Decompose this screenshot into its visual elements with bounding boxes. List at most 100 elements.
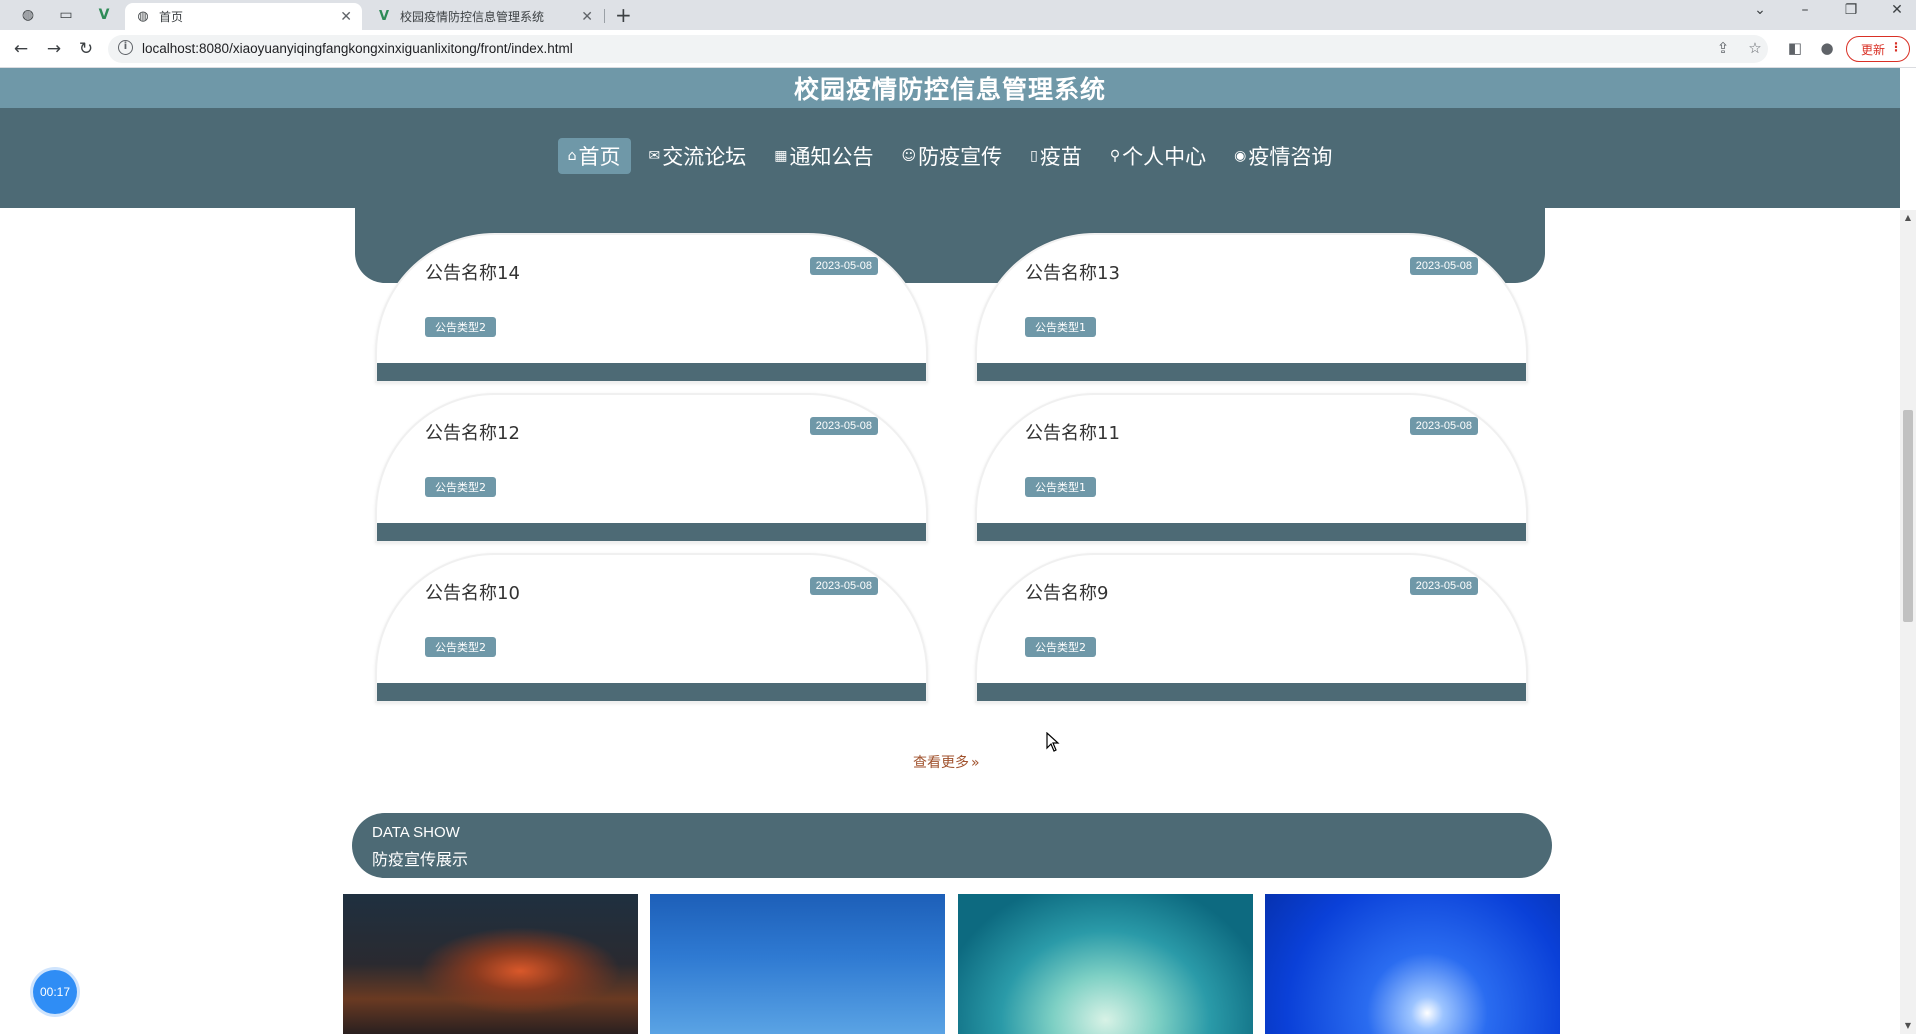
nav-forum[interactable]: ✉ 交流论坛 bbox=[639, 138, 757, 174]
notice-date: 2023-05-08 bbox=[809, 577, 878, 595]
nav-label: 交流论坛 bbox=[662, 145, 747, 169]
notice-type-badge: 公告类型2 bbox=[425, 637, 496, 657]
nav-notices[interactable]: ▦ 通知公告 bbox=[764, 138, 883, 174]
chevron-down-icon[interactable]: ⌄ bbox=[1745, 2, 1775, 18]
publicity-image[interactable] bbox=[958, 894, 1253, 1034]
main-nav: ⌂ 首页 ✉ 交流论坛 ▦ 通知公告 ☺ 防疫宣传 ▯ 疫苗 ⚲ 个人中心 ◉ … bbox=[0, 138, 1900, 174]
nav-home[interactable]: ⌂ 首页 bbox=[557, 138, 631, 174]
close-icon[interactable]: ✕ bbox=[581, 9, 593, 25]
publicity-image[interactable] bbox=[1265, 894, 1560, 1034]
notice-date: 2023-05-08 bbox=[1409, 257, 1478, 275]
section-title-en: DATA SHOW bbox=[372, 824, 460, 841]
page-scrollbar[interactable]: ▲ ▼ bbox=[1900, 210, 1916, 1034]
update-label: 更新 bbox=[1861, 42, 1886, 57]
publicity-image[interactable] bbox=[650, 894, 945, 1034]
nav-label: 防疫宣传 bbox=[918, 145, 1003, 169]
notice-title[interactable]: 公告名称12 bbox=[425, 419, 520, 445]
grid-icon: ▦ bbox=[774, 148, 788, 164]
nav-label: 个人中心 bbox=[1122, 145, 1207, 169]
nav-personal-center[interactable]: ⚲ 个人中心 bbox=[1100, 138, 1216, 174]
notice-title[interactable]: 公告名称14 bbox=[425, 259, 520, 285]
new-tab-button[interactable]: + bbox=[615, 3, 632, 27]
bookmark-star-icon[interactable]: ☆ bbox=[1744, 39, 1766, 57]
smile-icon: ☺ bbox=[901, 148, 917, 164]
tab-separator bbox=[604, 9, 605, 23]
notice-card[interactable]: 公告名称12 2023-05-08 公告类型2 bbox=[375, 393, 928, 543]
notice-card-footer bbox=[377, 523, 926, 541]
update-button[interactable]: 更新 ⋮ bbox=[1846, 36, 1910, 62]
notice-type-badge: 公告类型1 bbox=[1025, 317, 1096, 337]
window-close-button[interactable]: ✕ bbox=[1882, 2, 1912, 18]
tab-title: 校园疫情防控信息管理系统 bbox=[400, 10, 545, 24]
nav-label: 疫苗 bbox=[1039, 145, 1082, 169]
notice-type-badge: 公告类型2 bbox=[425, 477, 496, 497]
notice-card[interactable]: 公告名称11 2023-05-08 公告类型1 bbox=[975, 393, 1528, 543]
user-icon: ⚲ bbox=[1109, 148, 1121, 164]
square-icon: ▯ bbox=[1030, 148, 1038, 164]
notice-type-badge: 公告类型2 bbox=[425, 317, 496, 337]
info-icon[interactable]: i bbox=[118, 40, 133, 55]
section-header-publicity: DATA SHOW 防疫宣传展示 bbox=[352, 813, 1552, 878]
notice-card-footer bbox=[977, 363, 1526, 381]
view-more-link[interactable]: 查看更多» bbox=[913, 752, 980, 772]
page-viewport: 校园疫情防控信息管理系统 ⌂ 首页 ✉ 交流论坛 ▦ 通知公告 ☺ 防疫宣传 ▯… bbox=[0, 68, 1916, 1034]
address-bar[interactable]: i localhost:8080/xiaoyuanyiqingfangkongx… bbox=[108, 35, 1768, 63]
minimize-button[interactable]: – bbox=[1790, 2, 1820, 18]
close-icon[interactable]: ✕ bbox=[340, 9, 352, 25]
notice-card[interactable]: 公告名称10 2023-05-08 公告类型2 bbox=[375, 553, 928, 703]
more-vert-icon: ⋮ bbox=[1890, 40, 1902, 54]
notice-title[interactable]: 公告名称9 bbox=[1025, 579, 1108, 605]
site-header: 校园疫情防控信息管理系统 ⌂ 首页 ✉ 交流论坛 ▦ 通知公告 ☺ 防疫宣传 ▯… bbox=[0, 68, 1900, 208]
pinned-tab-vue[interactable]: V bbox=[90, 3, 118, 27]
pinned-tab-blank[interactable]: ▭ bbox=[52, 3, 80, 27]
share-icon[interactable]: ⇪ bbox=[1712, 39, 1734, 57]
recording-timer-badge[interactable]: 00:17 bbox=[33, 970, 77, 1014]
pinned-tab-globe[interactable]: ◍ bbox=[14, 3, 42, 27]
forward-button[interactable]: → bbox=[43, 39, 65, 59]
notice-title[interactable]: 公告名称10 bbox=[425, 579, 520, 605]
notice-date: 2023-05-08 bbox=[809, 257, 878, 275]
notice-type-badge: 公告类型2 bbox=[1025, 637, 1096, 657]
notice-title[interactable]: 公告名称13 bbox=[1025, 259, 1120, 285]
timer-text: 00:17 bbox=[39, 985, 71, 999]
nav-label: 首页 bbox=[578, 145, 621, 169]
notice-card-footer bbox=[977, 683, 1526, 701]
notice-card-footer bbox=[977, 523, 1526, 541]
vue-logo-icon: V bbox=[378, 9, 390, 24]
scroll-up-arrow-icon[interactable]: ▲ bbox=[1900, 210, 1916, 226]
reload-button[interactable]: ↻ bbox=[75, 39, 97, 59]
home-icon: ⌂ bbox=[567, 148, 577, 164]
globe-icon: ◍ bbox=[137, 9, 149, 24]
notice-card-footer bbox=[377, 683, 926, 701]
mouse-cursor-icon bbox=[1046, 732, 1060, 752]
profile-icon[interactable]: ● bbox=[1816, 39, 1838, 57]
nav-label: 疫情咨询 bbox=[1248, 145, 1333, 169]
tab-home[interactable]: ◍ 首页 ✕ bbox=[125, 3, 362, 30]
double-chevron-right-icon: » bbox=[971, 755, 980, 771]
restore-button[interactable]: ❐ bbox=[1836, 2, 1866, 18]
nav-publicity[interactable]: ☺ 防疫宣传 bbox=[892, 138, 1013, 174]
notice-date: 2023-05-08 bbox=[1409, 417, 1478, 435]
notice-card[interactable]: 公告名称14 2023-05-08 公告类型2 bbox=[375, 233, 928, 383]
notice-card[interactable]: 公告名称9 2023-05-08 公告类型2 bbox=[975, 553, 1528, 703]
nav-label: 通知公告 bbox=[789, 145, 874, 169]
vue-logo-icon: V bbox=[98, 7, 110, 23]
notice-card[interactable]: 公告名称13 2023-05-08 公告类型1 bbox=[975, 233, 1528, 383]
url-text[interactable]: localhost:8080/xiaoyuanyiqingfangkongxin… bbox=[142, 41, 573, 56]
nav-vaccine[interactable]: ▯ 疫苗 bbox=[1020, 138, 1092, 174]
notice-type-badge: 公告类型1 bbox=[1025, 477, 1096, 497]
notice-card-footer bbox=[377, 363, 926, 381]
tab-title: 首页 bbox=[159, 10, 184, 24]
browser-toolbar: ← → ↻ i localhost:8080/xiaoyuanyiqingfan… bbox=[0, 30, 1916, 68]
chat-icon: ◉ bbox=[1234, 148, 1247, 164]
nav-consult[interactable]: ◉ 疫情咨询 bbox=[1224, 138, 1342, 174]
publicity-image[interactable] bbox=[343, 894, 638, 1034]
back-button[interactable]: ← bbox=[10, 39, 32, 59]
tab-system[interactable]: V 校园疫情防控信息管理系统 ✕ bbox=[366, 3, 603, 30]
notice-title[interactable]: 公告名称11 bbox=[1025, 419, 1120, 445]
side-panel-icon[interactable]: ◧ bbox=[1784, 39, 1806, 57]
scroll-down-arrow-icon[interactable]: ▼ bbox=[1900, 1018, 1916, 1034]
window-icon: ▭ bbox=[59, 7, 73, 23]
scrollbar-thumb[interactable] bbox=[1903, 410, 1913, 622]
site-title: 校园疫情防控信息管理系统 bbox=[793, 75, 1106, 104]
